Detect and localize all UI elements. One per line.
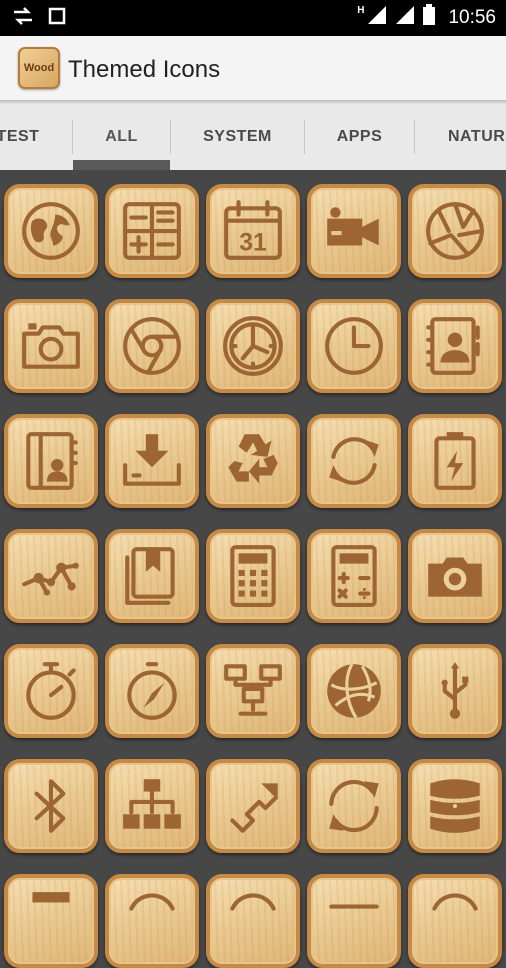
- icon-tile[interactable]: [408, 759, 502, 853]
- transfer-arrows-icon: [12, 7, 34, 30]
- icon-tile[interactable]: [408, 184, 502, 278]
- status-time: 10:56: [448, 6, 496, 28]
- recycle-icon: [228, 434, 278, 484]
- icon-tile[interactable]: [4, 299, 98, 393]
- icon-tile-partial[interactable]: [206, 874, 300, 968]
- app-bar: Wood Themed Icons: [0, 36, 506, 102]
- signal-icon-2: [394, 4, 416, 31]
- globe-icon: [22, 202, 80, 260]
- tab-system[interactable]: SYSTEM: [171, 104, 304, 170]
- icon-tile-partial[interactable]: [4, 874, 98, 968]
- icon-tile[interactable]: 31: [206, 184, 300, 278]
- icon-tile[interactable]: [105, 299, 199, 393]
- contacts-book-icon: [426, 317, 480, 375]
- bluetooth-icon: [34, 779, 66, 833]
- battery-charging-icon: [434, 432, 476, 490]
- hierarchy-icon: [123, 779, 181, 829]
- tab-nature[interactable]: NATURE: [415, 104, 506, 170]
- chrome-icon: [123, 317, 181, 375]
- lan-network-icon: [224, 664, 282, 716]
- calendar-icon: 31: [224, 200, 282, 260]
- icon-tile[interactable]: [307, 529, 401, 623]
- icon-tile[interactable]: [307, 299, 401, 393]
- icon-tile[interactable]: [307, 184, 401, 278]
- icon-tile[interactable]: [206, 644, 300, 738]
- icon-tile-partial[interactable]: [105, 874, 199, 968]
- stopwatch-icon: [26, 662, 76, 720]
- partial-icon: [329, 904, 379, 909]
- signal-icon: [366, 4, 388, 31]
- icon-tile[interactable]: [408, 529, 502, 623]
- book-bookmark-icon: [125, 547, 175, 605]
- icon-tile[interactable]: [105, 414, 199, 508]
- icon-tile[interactable]: [105, 184, 199, 278]
- calculator-icon: [331, 545, 377, 607]
- battery-icon: [422, 4, 436, 31]
- tab-test[interactable]: TEST: [0, 104, 46, 170]
- icon-tile[interactable]: [105, 529, 199, 623]
- network-type-label: H: [357, 5, 365, 16]
- icon-tile[interactable]: [206, 414, 300, 508]
- wall-clock-icon: [223, 316, 283, 376]
- category-tabs: TEST ALL SYSTEM APPS NATURE: [0, 104, 506, 170]
- status-bar: H 10:56: [0, 0, 506, 36]
- icon-tile-partial[interactable]: [408, 874, 502, 968]
- partial-icon: [230, 893, 276, 911]
- refresh-icon: [329, 779, 379, 833]
- square-notification-icon: [48, 7, 66, 30]
- icon-tile[interactable]: [408, 299, 502, 393]
- icon-tile[interactable]: [206, 759, 300, 853]
- download-tray-icon: [123, 434, 181, 486]
- database-icon: [430, 779, 480, 833]
- icon-tile-partial[interactable]: [307, 874, 401, 968]
- camera-icon: [428, 557, 482, 597]
- icon-tile[interactable]: [408, 644, 502, 738]
- icon-tile[interactable]: [206, 299, 300, 393]
- camera-icon: [22, 323, 80, 369]
- partial-icon: [432, 893, 478, 911]
- app-logo[interactable]: Wood: [18, 47, 60, 89]
- icon-tile[interactable]: [4, 759, 98, 853]
- compass-icon: [127, 662, 177, 720]
- icon-tile[interactable]: [307, 759, 401, 853]
- clock-icon: [325, 317, 383, 375]
- tab-apps[interactable]: APPS: [305, 104, 414, 170]
- globe-network-icon: [327, 663, 381, 719]
- icon-tile[interactable]: [307, 644, 401, 738]
- video-camera-icon: [327, 207, 379, 246]
- share-route-icon: [230, 783, 278, 833]
- partial-icon: [32, 892, 70, 903]
- usb-icon: [441, 662, 469, 719]
- address-book-icon: [26, 432, 78, 490]
- network-nodes-icon: [22, 562, 79, 596]
- calculator-grid-icon: [123, 202, 181, 260]
- sync-icon: [329, 437, 379, 485]
- icon-tile[interactable]: [408, 414, 502, 508]
- icon-tile[interactable]: [4, 184, 98, 278]
- icon-tile[interactable]: [4, 644, 98, 738]
- icon-tile[interactable]: [307, 414, 401, 508]
- page-title: Themed Icons: [68, 56, 221, 83]
- svg-text:31: 31: [239, 230, 267, 257]
- icon-tile[interactable]: [4, 529, 98, 623]
- icon-tile[interactable]: [206, 529, 300, 623]
- partial-icon: [129, 893, 175, 911]
- icon-tile[interactable]: [105, 759, 199, 853]
- selected-tab-indicator: [73, 160, 170, 170]
- icon-tile[interactable]: [4, 414, 98, 508]
- icon-tile[interactable]: [105, 644, 199, 738]
- aperture-icon: [426, 202, 484, 260]
- icon-grid: 31: [0, 170, 506, 968]
- calculator-keypad-icon: [230, 545, 276, 607]
